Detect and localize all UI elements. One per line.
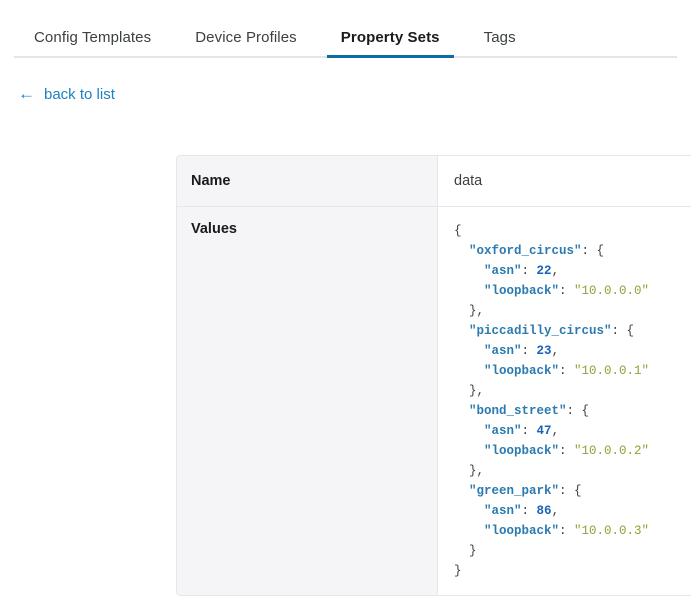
tab-label: Property Sets	[340, 29, 440, 46]
json-token-str: "10.0.0.2"	[574, 444, 650, 458]
table-body: Values { "oxford_circus": { "asn": 22, "…	[177, 207, 691, 595]
json-token-punct	[454, 344, 484, 358]
tab-device-profiles[interactable]: Device Profiles	[181, 29, 311, 58]
tab-label: Config Templates	[34, 29, 152, 46]
json-token-key: "asn"	[484, 424, 522, 438]
table-head: Name data	[177, 156, 691, 207]
json-token-punct: :	[521, 504, 537, 518]
json-token-str: "10.0.0.0"	[574, 284, 650, 298]
json-token-punct	[454, 484, 469, 498]
json-token-punct	[454, 264, 484, 278]
json-token-num: 47	[536, 424, 552, 438]
table-row: Values { "oxford_circus": { "asn": 22, "…	[177, 207, 691, 595]
json-token-punct	[454, 404, 469, 418]
json-token-punct: ,	[551, 344, 560, 358]
json-token-key: "loopback"	[484, 364, 560, 378]
json-token-punct	[454, 524, 484, 538]
row-label-values: Values	[177, 207, 438, 595]
json-token-str: "10.0.0.3"	[574, 524, 650, 538]
json-token-key: "asn"	[484, 504, 522, 518]
json-token-num: 86	[536, 504, 552, 518]
json-token-key: "bond_street"	[469, 404, 567, 418]
arrow-left-icon: ←	[18, 84, 35, 103]
json-token-punct: :	[559, 444, 575, 458]
json-token-key: "loopback"	[484, 444, 560, 458]
json-token-punct: : {	[611, 324, 635, 338]
tab-property-sets[interactable]: Property Sets	[326, 29, 454, 58]
json-token-punct: :	[559, 524, 575, 538]
json-token-punct: },	[454, 464, 485, 478]
json-token-punct: ,	[551, 424, 560, 438]
json-token-punct: :	[559, 364, 575, 378]
tab-tags[interactable]: Tags	[470, 29, 530, 58]
json-token-punct: },	[454, 304, 485, 318]
property-set-detail-table: Name data Values { "oxford_circus": { "a…	[176, 155, 691, 596]
tab-label: Tags	[483, 29, 516, 46]
json-token-punct	[454, 244, 469, 258]
json-token-key: "asn"	[484, 264, 522, 278]
back-to-list-label: back to list	[44, 86, 115, 103]
json-token-key: "green_park"	[469, 484, 560, 498]
property-set-detail-panel: Name data Values { "oxford_circus": { "a…	[176, 155, 691, 596]
json-token-punct: ,	[551, 264, 560, 278]
json-token-punct: : {	[559, 484, 582, 498]
json-token-punct	[454, 364, 484, 378]
json-token-punct: }	[454, 544, 477, 558]
back-link-row: ← back to list	[0, 58, 691, 105]
json-token-punct	[454, 284, 484, 298]
json-token-punct: ,	[551, 504, 560, 518]
json-token-num: 22	[536, 264, 552, 278]
json-token-punct	[454, 444, 484, 458]
back-to-list-link[interactable]: ← back to list	[18, 84, 115, 103]
json-token-key: "piccadilly_circus"	[469, 324, 612, 338]
primary-tab-bar: Config Templates Device Profiles Propert…	[0, 0, 691, 58]
json-token-key: "asn"	[484, 344, 522, 358]
json-code-block: { "oxford_circus": { "asn": 22, "loopbac…	[454, 221, 691, 581]
json-token-key: "loopback"	[484, 284, 560, 298]
table-header-row: Name data	[177, 156, 691, 207]
tab-config-templates[interactable]: Config Templates	[20, 29, 165, 58]
json-token-punct: :	[521, 424, 537, 438]
json-token-punct: :	[521, 344, 537, 358]
json-token-punct: :	[521, 264, 537, 278]
json-token-punct	[454, 504, 484, 518]
json-token-key: "oxford_circus"	[469, 244, 582, 258]
json-token-punct: : {	[581, 244, 605, 258]
column-header-name: Name	[177, 156, 438, 207]
column-header-data: data	[438, 156, 691, 207]
json-token-punct	[454, 424, 484, 438]
json-token-punct: :	[559, 284, 575, 298]
json-token-punct: },	[454, 384, 485, 398]
row-value-json: { "oxford_circus": { "asn": 22, "loopbac…	[438, 207, 691, 595]
json-token-str: "10.0.0.1"	[574, 364, 650, 378]
json-token-punct	[454, 324, 469, 338]
json-token-key: "loopback"	[484, 524, 560, 538]
tab-label: Device Profiles	[195, 29, 297, 46]
json-token-num: 23	[536, 344, 552, 358]
json-token-punct: : {	[566, 404, 590, 418]
json-token-punct: }	[454, 564, 462, 578]
json-token-punct: {	[454, 224, 462, 238]
